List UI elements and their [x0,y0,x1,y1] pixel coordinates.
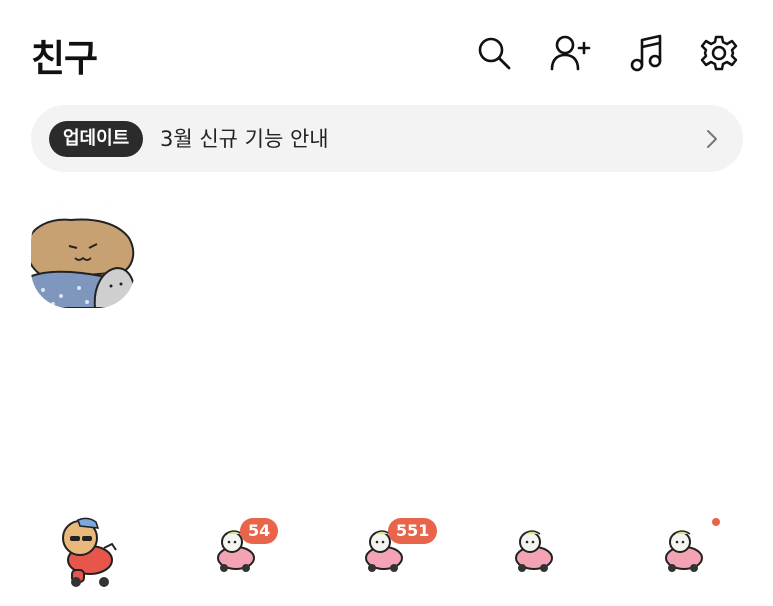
more-new-dot [712,518,720,526]
tab-openchat[interactable]: 551 [348,512,438,592]
banner-text: 3월 신규 기능 안내 [160,127,329,151]
chats-unread-badge: 54 [240,518,279,544]
settings-icon[interactable] [697,31,741,75]
tab-friends[interactable] [50,512,130,592]
friends-character-icon [62,517,117,587]
add-friend-icon[interactable] [548,31,592,75]
music-icon[interactable] [624,31,668,75]
update-badge: 업데이트 [49,121,144,157]
search-icon[interactable] [472,31,516,75]
tab-chats[interactable]: 54 [200,512,280,592]
page-title: 친구 [31,37,98,80]
openchat-unread-badge: 551 [388,518,438,544]
tab-more[interactable] [648,512,728,592]
chevron-right-icon [707,130,717,148]
my-profile-avatar[interactable] [31,204,135,308]
update-banner[interactable]: 업데이트 3월 신규 기능 안내 [31,105,743,172]
tab-shopping[interactable] [498,512,578,592]
shopping-character-icon [515,530,553,572]
